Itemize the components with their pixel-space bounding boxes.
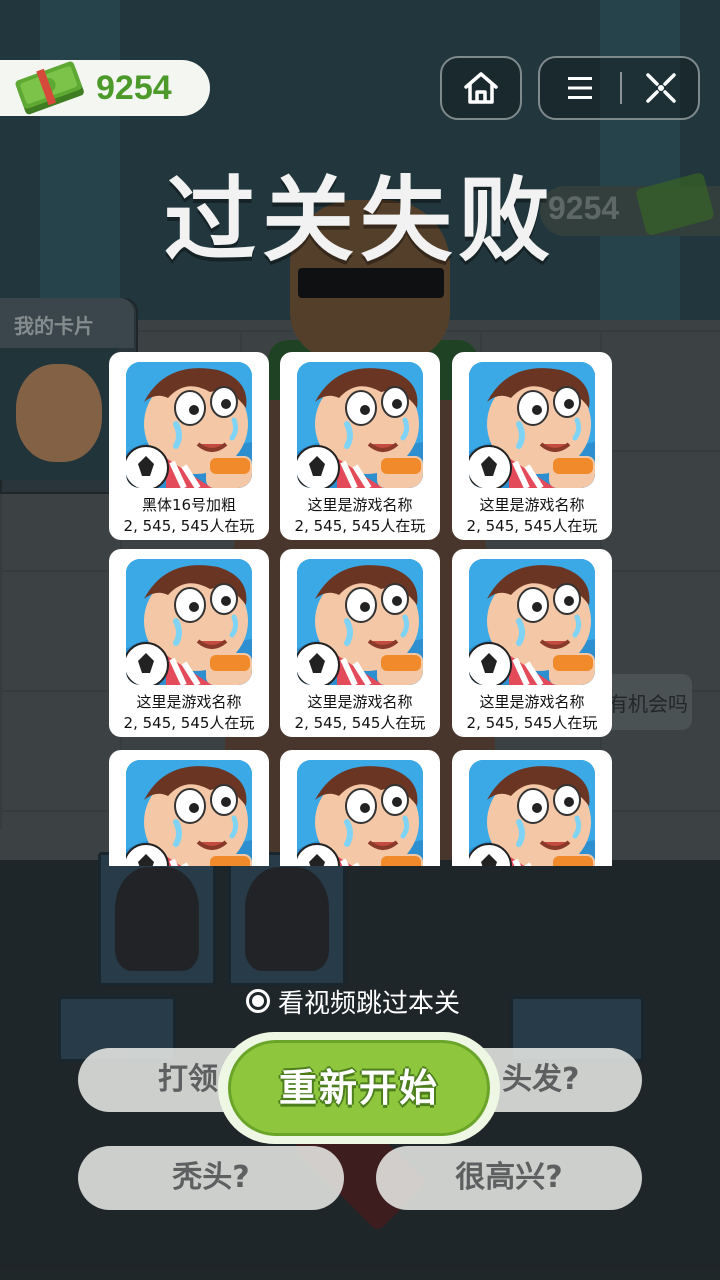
game-card[interactable]: [452, 750, 612, 866]
menu-button[interactable]: [540, 58, 620, 118]
skip-label: 看视频跳过本关: [278, 988, 461, 1019]
game-card[interactable]: 黑体16号加粗 2, 545, 545人在玩: [109, 352, 269, 540]
answer-option-4[interactable]: 很高兴?: [376, 1146, 642, 1210]
game-thumbnail: [297, 559, 423, 685]
game-card[interactable]: 这里是游戏名称 2, 545, 545人在玩: [452, 549, 612, 737]
level-failed-title: 过关失败: [163, 167, 556, 274]
game-thumbnail: [469, 760, 595, 866]
game-card[interactable]: 这里是游戏名称 2, 545, 545人在玩: [452, 352, 612, 540]
game-name: 这里是游戏名称: [479, 693, 585, 711]
game-recommend-grid: 黑体16号加粗 2, 545, 545人在玩 这里是游戏名称 2, 545, 545…: [109, 352, 613, 866]
radio-icon: [246, 989, 270, 1013]
game-thumbnail: [126, 760, 252, 866]
close-target-icon: [646, 73, 676, 103]
game-name: 黑体16号加粗: [141, 496, 237, 514]
game-name: 这里是游戏名称: [307, 693, 413, 711]
game-player-count: 2, 545, 545人在玩: [294, 517, 426, 535]
game-player-count: 2, 545, 545人在玩: [294, 714, 426, 732]
game-thumbnail: [297, 760, 423, 866]
game-card[interactable]: 这里是游戏名称 2, 545, 545人在玩: [280, 549, 440, 737]
game-card[interactable]: [280, 750, 440, 866]
game-thumbnail: [469, 559, 595, 685]
currency-amount: 9254: [96, 69, 172, 107]
game-name: 这里是游戏名称: [307, 496, 413, 514]
game-card[interactable]: 这里是游戏名称 2, 545, 545人在玩: [109, 549, 269, 737]
game-player-count: 2, 545, 545人在玩: [123, 517, 255, 535]
game-thumbnail: [469, 362, 595, 488]
game-thumbnail: [126, 362, 252, 488]
game-name: 这里是游戏名称: [136, 693, 242, 711]
home-icon: [464, 72, 498, 104]
answer-option-3[interactable]: 秃头?: [78, 1146, 344, 1210]
game-thumbnail: [126, 559, 252, 685]
game-name: 这里是游戏名称: [479, 496, 585, 514]
restart-button[interactable]: 重新开始: [228, 1040, 490, 1136]
game-card[interactable]: 这里是游戏名称 2, 545, 545人在玩: [280, 352, 440, 540]
game-player-count: 2, 545, 545人在玩: [466, 517, 598, 535]
game-thumbnail: [297, 362, 423, 488]
watch-video-skip[interactable]: 看视频跳过本关: [246, 984, 461, 1019]
mini-program-capsule: [538, 56, 700, 120]
menu-icon: [568, 77, 592, 99]
game-player-count: 2, 545, 545人在玩: [123, 714, 255, 732]
cash-stack-icon: [12, 54, 86, 118]
game-player-count: 2, 545, 545人在玩: [466, 714, 598, 732]
game-card[interactable]: [109, 750, 269, 866]
close-button[interactable]: [622, 58, 700, 118]
home-button[interactable]: [440, 56, 522, 120]
